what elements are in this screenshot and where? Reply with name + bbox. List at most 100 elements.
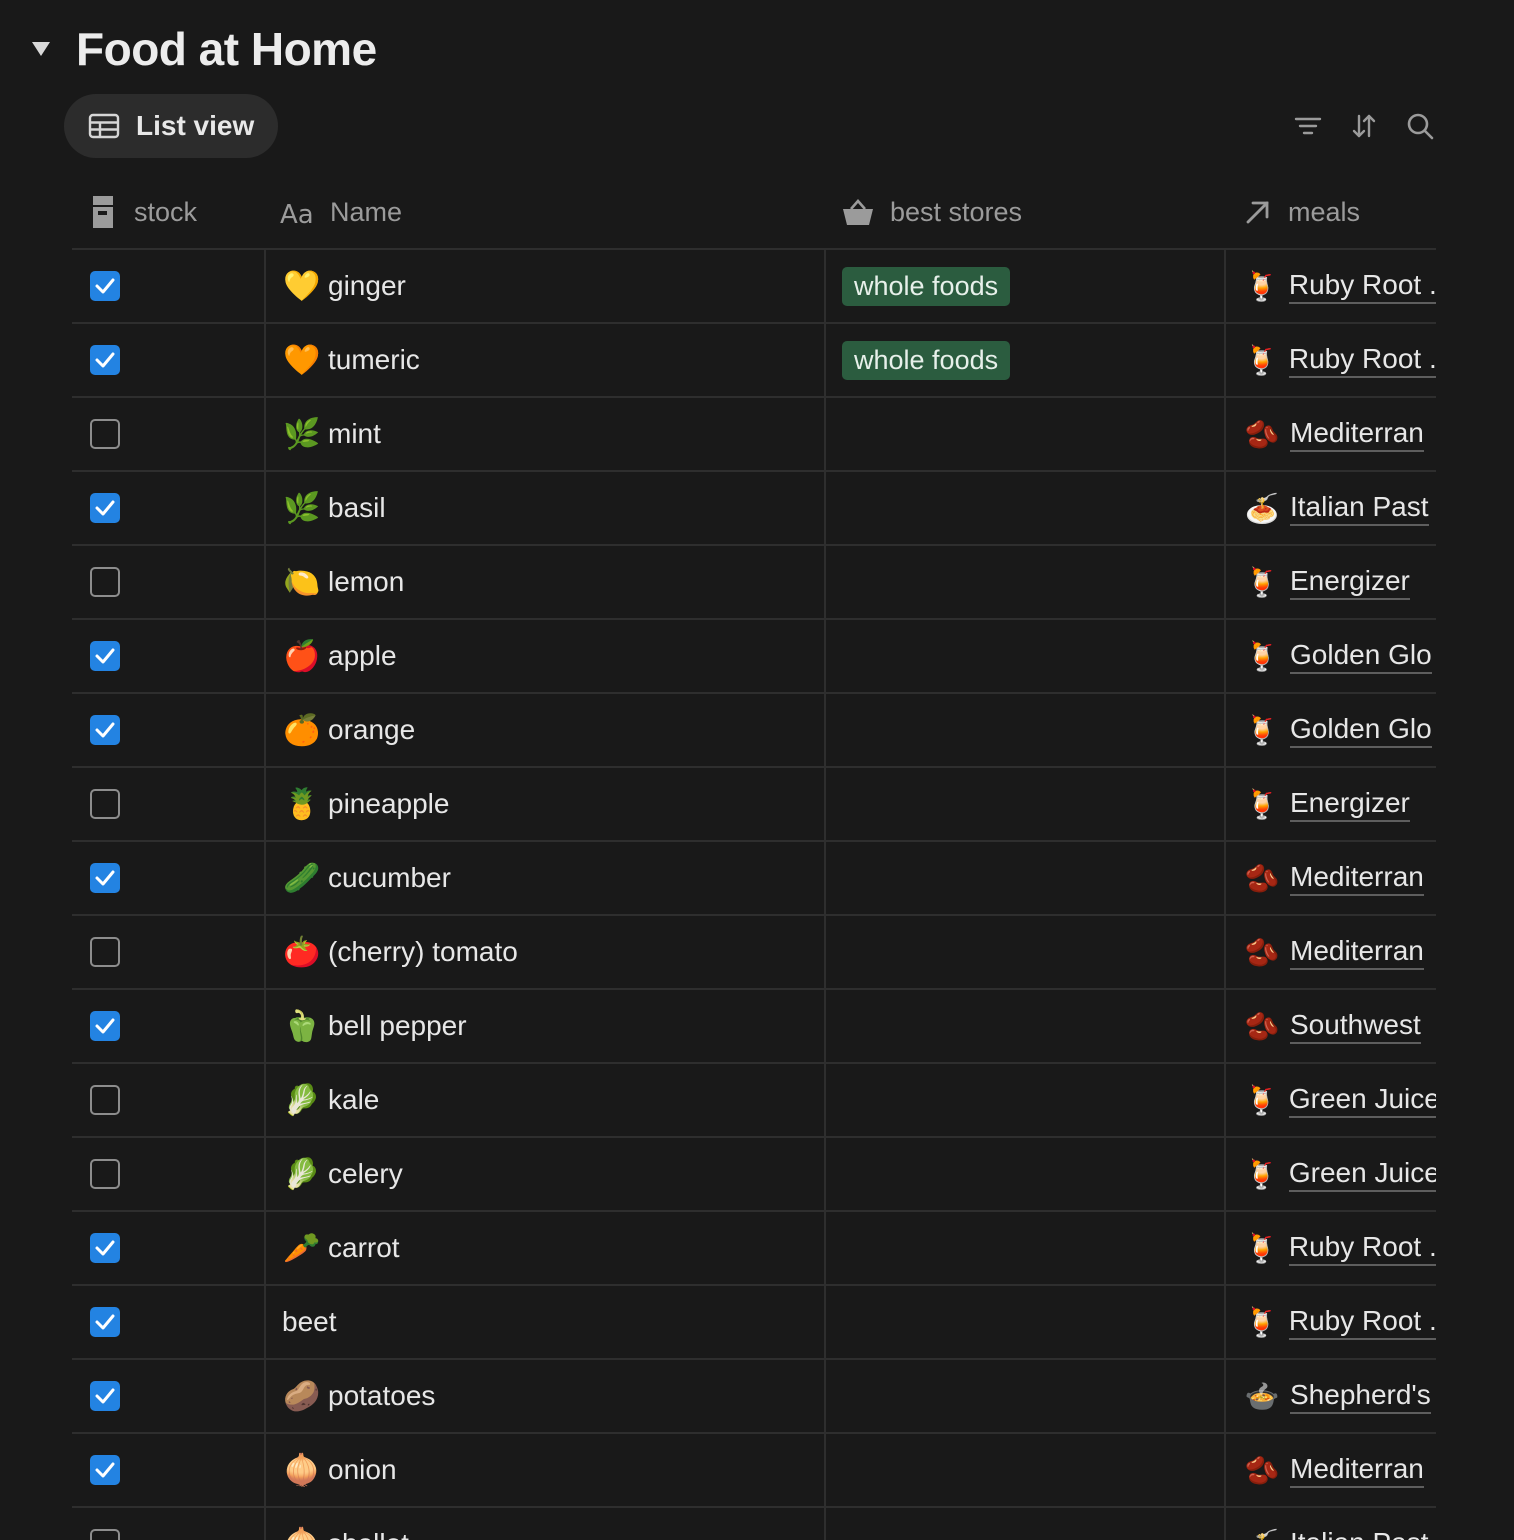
meals-cell[interactable]: 🫘 Mediterran	[1244, 1434, 1436, 1506]
stock-checkbox[interactable]	[90, 1307, 120, 1337]
collapse-toggle-icon[interactable]	[30, 38, 52, 60]
table-row[interactable]: beet 🍹 Ruby Root .	[72, 1286, 1436, 1360]
meals-cell[interactable]: 🍹 Ruby Root .	[1244, 1286, 1436, 1358]
meal-link[interactable]: Mediterran	[1290, 1453, 1424, 1488]
table-row[interactable]: 🥬 kale 🍹 Green Juice	[72, 1064, 1436, 1138]
stock-checkbox[interactable]	[90, 1085, 120, 1115]
meals-cell[interactable]: 🫘 Mediterran	[1244, 398, 1436, 470]
stock-checkbox[interactable]	[90, 1233, 120, 1263]
meals-cell[interactable]: 🍲 Shepherd's	[1244, 1360, 1436, 1432]
meal-link[interactable]: Southwest	[1290, 1009, 1421, 1044]
name-cell[interactable]: 🧡 tumeric	[282, 324, 812, 396]
meal-link[interactable]: Mediterran	[1290, 861, 1424, 896]
column-header-name[interactable]: Aa Name	[280, 176, 402, 248]
filter-icon[interactable]	[1292, 110, 1324, 142]
best-stores-cell[interactable]: whole foods	[842, 250, 1011, 322]
table-row[interactable]: 🍍 pineapple 🍹 Energizer	[72, 768, 1436, 842]
stock-checkbox[interactable]	[90, 567, 120, 597]
meals-cell[interactable]: 🍹 Energizer	[1244, 768, 1436, 840]
stock-checkbox[interactable]	[90, 715, 120, 745]
meals-cell[interactable]: 🍹 Green Juice	[1244, 1138, 1436, 1210]
name-cell[interactable]: 🥕 carrot	[282, 1212, 812, 1284]
store-tag[interactable]: whole foods	[842, 340, 1011, 380]
meals-cell[interactable]: 🍹 Ruby Root .	[1244, 250, 1436, 322]
table-row[interactable]: 🫑 bell pepper 🫘 Southwest	[72, 990, 1436, 1064]
search-icon[interactable]	[1404, 110, 1436, 142]
meals-cell[interactable]: 🍹 Golden Glo	[1244, 694, 1436, 766]
column-header-meals[interactable]: meals	[1244, 176, 1360, 248]
name-cell[interactable]: 🍅 (cherry) tomato	[282, 916, 812, 988]
name-cell[interactable]: 🍊 orange	[282, 694, 812, 766]
stock-checkbox[interactable]	[90, 271, 120, 301]
name-cell[interactable]: 🥒 cucumber	[282, 842, 812, 914]
meal-link[interactable]: Green Juice	[1288, 1157, 1436, 1192]
stock-checkbox[interactable]	[90, 345, 120, 375]
name-cell[interactable]: 🫑 bell pepper	[282, 990, 812, 1062]
stock-checkbox[interactable]	[90, 863, 120, 893]
name-cell[interactable]: 🥔 potatoes	[282, 1360, 812, 1432]
table-row[interactable]: 🥬 celery 🍹 Green Juice	[72, 1138, 1436, 1212]
name-cell[interactable]: 🍎 apple	[282, 620, 812, 692]
name-cell[interactable]: 🥬 celery	[282, 1138, 812, 1210]
meal-link[interactable]: Green Juice	[1288, 1083, 1436, 1118]
meals-cell[interactable]: 🍹 Energizer	[1244, 546, 1436, 618]
meal-link[interactable]: Golden Glo	[1290, 639, 1432, 674]
list-view-tab[interactable]: List view	[64, 94, 279, 158]
best-stores-cell[interactable]: whole foods	[842, 324, 1011, 396]
stock-checkbox[interactable]	[90, 1529, 120, 1540]
meals-cell[interactable]: 🍹 Golden Glo	[1244, 620, 1436, 692]
table-row[interactable]: 🥔 potatoes 🍲 Shepherd's	[72, 1360, 1436, 1434]
table-row[interactable]: 🌿 mint 🫘 Mediterran	[72, 398, 1436, 472]
store-tag[interactable]: whole foods	[842, 266, 1011, 306]
meal-link[interactable]: Shepherd's	[1290, 1379, 1431, 1414]
meal-link[interactable]: Italian Past	[1290, 491, 1429, 526]
name-cell[interactable]: 🍍 pineapple	[282, 768, 812, 840]
stock-checkbox[interactable]	[90, 493, 120, 523]
table-row[interactable]: 🥒 cucumber 🫘 Mediterran	[72, 842, 1436, 916]
name-cell[interactable]: 🥬 kale	[282, 1064, 812, 1136]
name-cell[interactable]: 🌿 mint	[282, 398, 812, 470]
table-row[interactable]: 🧅 shallot 🍝 Italian Past	[72, 1508, 1436, 1540]
meal-link[interactable]: Golden Glo	[1290, 713, 1432, 748]
column-header-stock[interactable]: stock	[90, 176, 197, 248]
meal-link[interactable]: Ruby Root .	[1288, 1231, 1436, 1266]
meal-link[interactable]: Italian Past	[1290, 1527, 1429, 1540]
meal-link[interactable]: Ruby Root .	[1288, 343, 1436, 378]
table-row[interactable]: 🥕 carrot 🍹 Ruby Root .	[72, 1212, 1436, 1286]
meals-cell[interactable]: 🫘 Southwest	[1244, 990, 1436, 1062]
meal-link[interactable]: Ruby Root .	[1288, 269, 1436, 304]
table-row[interactable]: 🍋 lemon 🍹 Energizer	[72, 546, 1436, 620]
table-row[interactable]: 🍊 orange 🍹 Golden Glo	[72, 694, 1436, 768]
meals-cell[interactable]: 🍹 Ruby Root .	[1244, 1212, 1436, 1284]
stock-checkbox[interactable]	[90, 1011, 120, 1041]
table-row[interactable]: 🌿 basil 🍝 Italian Past	[72, 472, 1436, 546]
name-cell[interactable]: 🧅 shallot	[282, 1508, 812, 1540]
name-cell[interactable]: 🍋 lemon	[282, 546, 812, 618]
table-row[interactable]: 🧅 onion 🫘 Mediterran	[72, 1434, 1436, 1508]
column-header-best-stores[interactable]: best stores	[842, 176, 1022, 248]
sort-icon[interactable]	[1348, 110, 1380, 142]
meal-link[interactable]: Energizer	[1290, 565, 1410, 600]
meals-cell[interactable]: 🫘 Mediterran	[1244, 916, 1436, 988]
meals-cell[interactable]: 🫘 Mediterran	[1244, 842, 1436, 914]
name-cell[interactable]: 💛 ginger	[282, 250, 812, 322]
meals-cell[interactable]: 🍹 Ruby Root .	[1244, 324, 1436, 396]
table-row[interactable]: 🧡 tumeric whole foods 🍹 Ruby Root .	[72, 324, 1436, 398]
table-row[interactable]: 🍅 (cherry) tomato 🫘 Mediterran	[72, 916, 1436, 990]
stock-checkbox[interactable]	[90, 937, 120, 967]
stock-checkbox[interactable]	[90, 1381, 120, 1411]
meal-link[interactable]: Ruby Root .	[1288, 1305, 1436, 1340]
table-row[interactable]: 🍎 apple 🍹 Golden Glo	[72, 620, 1436, 694]
meal-link[interactable]: Energizer	[1290, 787, 1410, 822]
stock-checkbox[interactable]	[90, 1159, 120, 1189]
meal-link[interactable]: Mediterran	[1290, 935, 1424, 970]
meals-cell[interactable]: 🍝 Italian Past	[1244, 472, 1436, 544]
stock-checkbox[interactable]	[90, 1455, 120, 1485]
name-cell[interactable]: 🧅 onion	[282, 1434, 812, 1506]
name-cell[interactable]: beet	[282, 1286, 812, 1358]
stock-checkbox[interactable]	[90, 789, 120, 819]
table-row[interactable]: 💛 ginger whole foods 🍹 Ruby Root .	[72, 250, 1436, 324]
name-cell[interactable]: 🌿 basil	[282, 472, 812, 544]
meals-cell[interactable]: 🍝 Italian Past	[1244, 1508, 1436, 1540]
meals-cell[interactable]: 🍹 Green Juice	[1244, 1064, 1436, 1136]
